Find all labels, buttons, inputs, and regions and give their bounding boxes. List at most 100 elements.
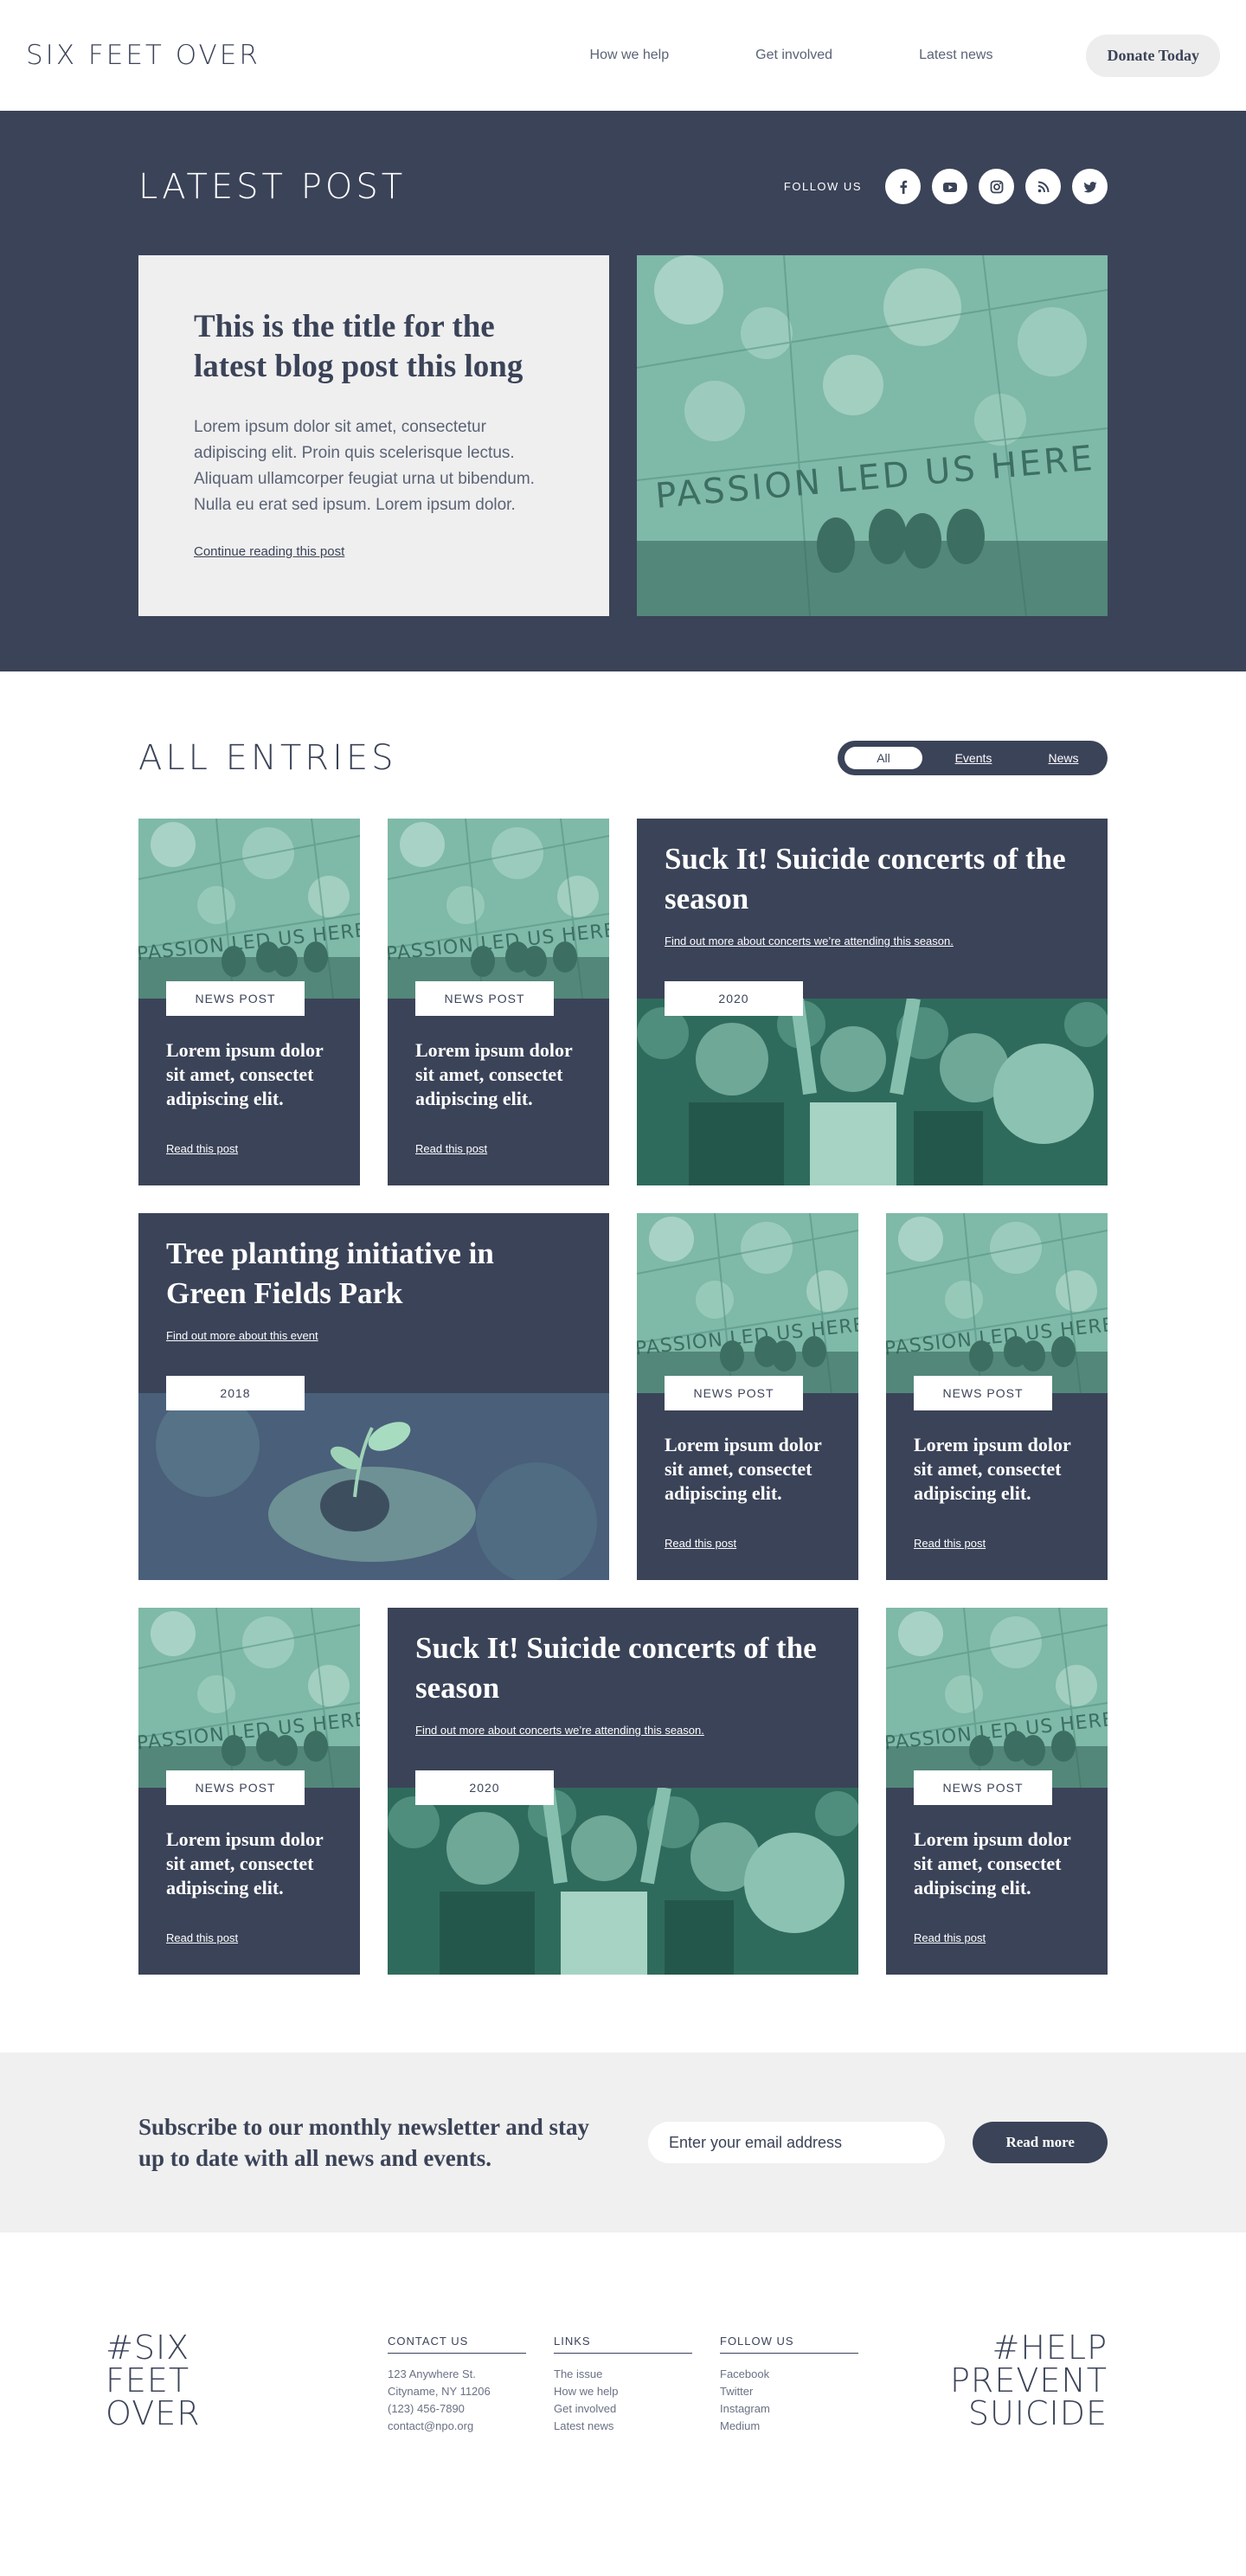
footer-logo-hashtag: #SIX FEET OVER — [106, 2331, 388, 2550]
facebook-icon[interactable] — [885, 169, 921, 204]
filter-all[interactable]: All — [845, 747, 922, 769]
site-footer: #SIX FEET OVER CONTACT US 123 Anywhere S… — [0, 2232, 1246, 2550]
news-card-image: PASSION LED US HERE — [886, 1608, 1108, 1788]
news-card[interactable]: PASSION LED US HERE NEWS POST Lorem ipsu… — [138, 819, 360, 1185]
contact-address: 123 Anywhere St. — [388, 2367, 476, 2380]
latest-post-header: LATEST POST FOLLOW US — [138, 111, 1108, 255]
concert-card-link[interactable]: Find out more about concerts we’re atten… — [665, 935, 954, 948]
nav-latest-news[interactable]: Latest news — [919, 48, 992, 63]
tree-card-title: Tree planting initiative in Green Fields… — [166, 1237, 494, 1310]
news-card-title: Lorem ipsum dolor sit amet, consectet ad… — [914, 1434, 1071, 1504]
read-post-link[interactable]: Read this post — [166, 1931, 238, 1944]
footer-link-instagram[interactable]: Instagram — [720, 2400, 858, 2418]
footer-follow-title: FOLLOW US — [720, 2335, 858, 2354]
follow-label: FOLLOW US — [783, 180, 862, 193]
footer-contact-title: CONTACT US — [388, 2335, 526, 2354]
news-card-image: PASSION LED US HERE — [388, 819, 609, 999]
concert-crowd-image — [637, 997, 1109, 1185]
latest-post-image[interactable]: PASSION LED US HERE — [637, 255, 1108, 616]
entries-row-1: PASSION LED US HERE NEWS POST Lorem ipsu… — [138, 819, 1109, 1185]
contact-phone[interactable]: (123) 456-7890 — [388, 2400, 526, 2418]
all-entries-section: ALL ENTRIES All Events News PASSION LED … — [0, 671, 1246, 1975]
news-card-title: Lorem ipsum dolor sit amet, consectet ad… — [166, 1039, 324, 1109]
rss-icon[interactable] — [1025, 169, 1061, 204]
concert-card-tag: 2020 — [415, 1770, 554, 1805]
concert-card-title: Suck It! Suicide concerts of the season — [415, 1631, 817, 1705]
newsletter-heading: Subscribe to our monthly newsletter and … — [138, 2114, 590, 2171]
latest-post-excerpt: Lorem ipsum dolor sit amet, consectetur … — [194, 418, 535, 514]
concert-card-link[interactable]: Find out more about concerts we’re atten… — [415, 1724, 704, 1737]
email-input[interactable] — [647, 2122, 946, 2163]
newsletter-section: Subscribe to our monthly newsletter and … — [0, 2052, 1246, 2232]
footer-link-twitter[interactable]: Twitter — [720, 2383, 858, 2400]
news-card-image: PASSION LED US HERE — [886, 1213, 1108, 1393]
news-card-tag: NEWS POST — [166, 981, 305, 1016]
read-post-link[interactable]: Read this post — [914, 1537, 986, 1550]
read-post-link[interactable]: Read this post — [415, 1142, 487, 1155]
footer-link-the-issue[interactable]: The issue — [554, 2366, 692, 2383]
footer-links: LINKS The issue How we help Get involved… — [554, 2335, 692, 2550]
continue-reading-link[interactable]: Continue reading this post — [194, 544, 344, 559]
news-card-tag: NEWS POST — [166, 1770, 305, 1805]
latest-post-body: This is the title for the latest blog po… — [138, 255, 1108, 616]
news-card[interactable]: PASSION LED US HERE NEWS POST Lorem ipsu… — [637, 1213, 858, 1580]
news-card-tag: NEWS POST — [914, 1376, 1052, 1410]
footer-contact: CONTACT US 123 Anywhere St. Cityname, NY… — [388, 2335, 526, 2550]
all-entries-title: ALL ENTRIES — [138, 738, 397, 778]
entries-row-3: PASSION LED US HERE NEWS POST Lorem ipsu… — [138, 1608, 1108, 1975]
read-post-link[interactable]: Read this post — [166, 1142, 238, 1155]
news-card-image: PASSION LED US HERE — [138, 819, 360, 999]
concert-card-title: Suck It! Suicide concerts of the season — [665, 842, 1066, 915]
footer-link-latest-news[interactable]: Latest news — [554, 2418, 692, 2435]
nav-how-we-help[interactable]: How we help — [590, 48, 670, 63]
read-more-button[interactable]: Read more — [973, 2122, 1108, 2163]
news-card[interactable]: PASSION LED US HERE NEWS POST Lorem ipsu… — [388, 819, 609, 1185]
contact-email[interactable]: contact@npo.org — [388, 2418, 526, 2435]
hashtag-line: FEET — [106, 2361, 190, 2399]
tree-planting-card[interactable]: Tree planting initiative in Green Fields… — [138, 1213, 609, 1584]
main-nav: How we help Get involved Latest news Don… — [590, 34, 1220, 77]
news-card-title: Lorem ipsum dolor sit amet, consectet ad… — [665, 1434, 822, 1504]
hashtag-line: SUICIDE — [967, 2394, 1108, 2432]
news-card[interactable]: PASSION LED US HERE NEWS POST Lorem ipsu… — [138, 1608, 360, 1975]
footer-follow: FOLLOW US Facebook Twitter Instagram Med… — [720, 2335, 858, 2550]
site-header: SIX FEET OVER How we help Get involved L… — [0, 0, 1246, 111]
footer-link-how-we-help[interactable]: How we help — [554, 2383, 692, 2400]
nav-get-involved[interactable]: Get involved — [755, 48, 832, 63]
entries-row-2: Tree planting initiative in Green Fields… — [138, 1213, 1108, 1584]
news-card-tag: NEWS POST — [665, 1376, 803, 1410]
entries-filter: All Events News — [838, 741, 1108, 775]
concert-card[interactable]: Suck It! Suicide concerts of the season … — [637, 819, 1109, 1185]
news-card[interactable]: PASSION LED US HERE NEWS POST Lorem ipsu… — [886, 1213, 1108, 1580]
news-card[interactable]: PASSION LED US HERE NEWS POST Lorem ipsu… — [886, 1608, 1108, 1975]
concert-card[interactable]: Suck It! Suicide concerts of the season … — [388, 1608, 860, 1975]
concert-crowd-image — [388, 1786, 860, 1975]
footer-link-medium[interactable]: Medium — [720, 2418, 858, 2435]
hashtag-line: OVER — [106, 2394, 201, 2432]
footer-link-get-involved[interactable]: Get involved — [554, 2400, 692, 2418]
instagram-icon[interactable] — [979, 169, 1014, 204]
latest-post-heading[interactable]: This is the title for the latest blog po… — [194, 307, 554, 387]
read-post-link[interactable]: Read this post — [665, 1537, 736, 1550]
news-card-image: PASSION LED US HERE — [138, 1608, 360, 1788]
filter-news[interactable]: News — [1024, 751, 1102, 765]
hashtag-line: PREVENT — [950, 2361, 1108, 2399]
news-card-title: Lorem ipsum dolor sit amet, consectet ad… — [914, 1828, 1071, 1898]
follow-us: FOLLOW US — [784, 169, 1108, 204]
read-post-link[interactable]: Read this post — [914, 1931, 986, 1944]
filter-events[interactable]: Events — [934, 751, 1012, 765]
youtube-icon[interactable] — [932, 169, 967, 204]
latest-post-section: LATEST POST FOLLOW US This is the title … — [0, 111, 1246, 671]
hashtag-line: #SIX — [106, 2329, 190, 2367]
concert-card-tag: 2020 — [665, 981, 803, 1016]
news-card-title: Lorem ipsum dolor sit amet, consectet ad… — [415, 1039, 573, 1109]
footer-link-facebook[interactable]: Facebook — [720, 2366, 858, 2383]
footer-links-title: LINKS — [554, 2335, 692, 2354]
site-logo[interactable]: SIX FEET OVER — [26, 40, 260, 71]
footer-help-hashtag: #HELP PREVENT SUICIDE — [950, 2331, 1108, 2550]
latest-post-card: This is the title for the latest blog po… — [138, 255, 609, 616]
donate-button[interactable]: Donate Today — [1086, 34, 1220, 77]
twitter-icon[interactable] — [1072, 169, 1108, 204]
tree-card-link[interactable]: Find out more about this event — [166, 1329, 318, 1342]
contact-city: Cityname, NY 11206 — [388, 2385, 491, 2398]
